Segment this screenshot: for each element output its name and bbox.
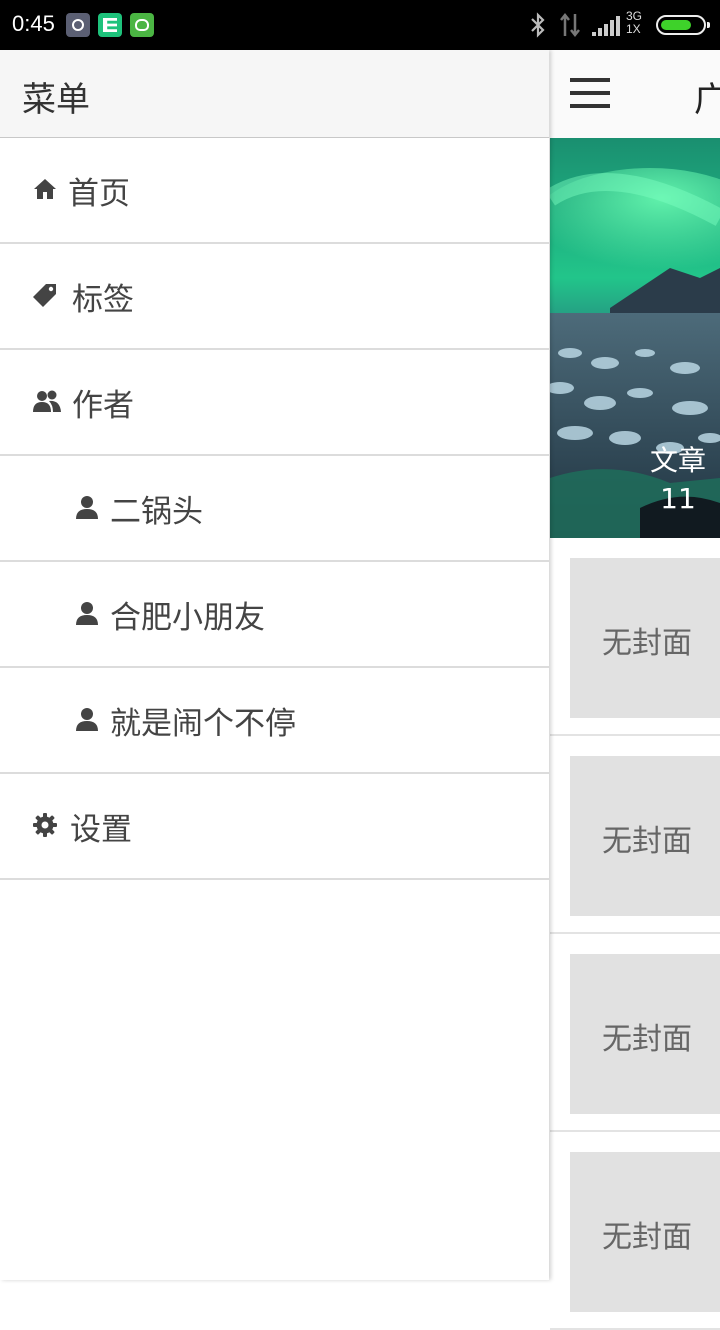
tag-icon [33,284,56,307]
home-icon [34,179,56,199]
main-content: 广 文章 11 无封面 无封面 无封面 无封面 [550,50,720,1330]
user-icon [76,708,98,731]
menu-item-label: 作者 [72,388,134,424]
drawer-header: 菜单 [0,50,549,138]
menu-item-author[interactable]: 合肥小朋友 [0,562,549,668]
no-cover-placeholder: 无封面 [570,558,720,718]
no-cover-text: 无封面 [602,626,692,661]
network-type-bottom: 1X [626,22,641,36]
menu-item-authors[interactable]: 作者 [0,350,549,456]
status-bar: 0:45 3G 1X [0,0,720,50]
article-count: 11 [660,482,696,515]
menu-item-label: 二锅头 [110,494,203,530]
no-cover-text: 无封面 [602,1220,692,1255]
menu-item-label: 就是闹个不停 [110,706,296,742]
status-time: 0:45 [12,11,55,36]
menu-item-label: 设置 [70,812,132,848]
navigation-drawer: 菜单 首页 标签 作者 二锅头 合肥小朋友 就是闹个不停 设置 [0,50,549,1280]
no-cover-placeholder: 无封面 [570,1152,720,1312]
app-notification-icon [66,13,90,37]
article-label: 文章 [649,444,706,477]
app-notification-icon [98,13,122,37]
no-cover-placeholder: 无封面 [570,756,720,916]
battery-icon [656,15,710,35]
menu-item-author[interactable]: 就是闹个不停 [0,668,549,774]
page-title: 广 [694,80,720,120]
no-cover-text: 无封面 [602,824,692,859]
data-transfer-icon [560,12,580,38]
menu-item-author[interactable]: 二锅头 [0,456,549,562]
hero-banner[interactable]: 文章 11 [550,138,720,538]
no-cover-placeholder: 无封面 [570,954,720,1114]
no-cover-text: 无封面 [602,1022,692,1057]
app-bar: 广 [550,50,720,139]
network-type: 3G 1X [626,10,642,36]
user-icon [76,602,98,625]
hero-caption: 文章 11 [650,442,706,518]
article-card[interactable]: 无封面 [550,538,720,736]
hamburger-menu-icon[interactable] [570,78,610,108]
bluetooth-icon [531,12,545,38]
app-notification-icon [130,13,154,37]
menu-item-label: 合肥小朋友 [110,600,265,636]
article-card[interactable]: 无封面 [550,1132,720,1330]
article-card[interactable]: 无封面 [550,934,720,1132]
users-icon [33,390,61,412]
menu-item-home[interactable]: 首页 [0,138,549,244]
user-icon [76,496,98,519]
network-type-top: 3G [626,9,643,23]
menu-item-tags[interactable]: 标签 [0,244,549,350]
menu-item-settings[interactable]: 设置 [0,774,549,880]
drawer-title: 菜单 [22,80,90,120]
gear-icon [33,813,57,837]
article-card[interactable]: 无封面 [550,736,720,934]
menu-item-label: 标签 [72,282,134,318]
menu-item-label: 首页 [68,176,130,212]
